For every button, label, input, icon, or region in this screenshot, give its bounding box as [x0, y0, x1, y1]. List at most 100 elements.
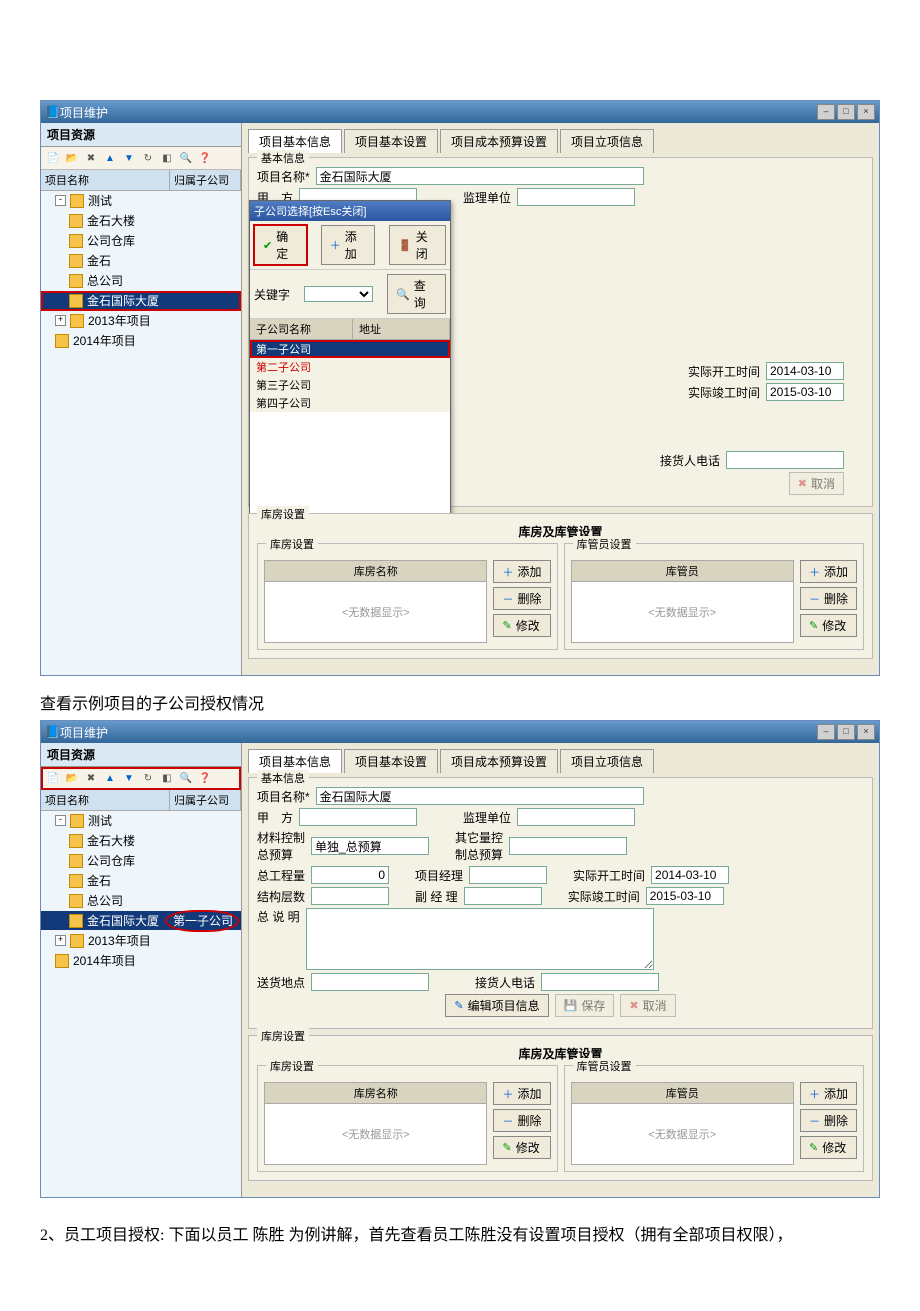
- keeper-mod-button[interactable]: ✎修改: [800, 614, 857, 637]
- warehouse-del-button[interactable]: －删除: [493, 1109, 550, 1132]
- tree-row[interactable]: 2014年项目: [41, 331, 241, 351]
- tab-basic-settings[interactable]: 项目基本设置: [344, 749, 438, 773]
- popup-row-2[interactable]: 第三子公司: [250, 376, 450, 394]
- tab-cost-budget[interactable]: 项目成本预算设置: [440, 129, 558, 153]
- tree-row[interactable]: -测试: [41, 191, 241, 211]
- delete-icon[interactable]: ✖: [83, 150, 99, 166]
- input-project-name[interactable]: [316, 787, 644, 805]
- input-supervisor[interactable]: [517, 188, 635, 206]
- keeper-del-button[interactable]: －删除: [800, 587, 857, 610]
- tab-setup-info[interactable]: 项目立项信息: [560, 749, 654, 773]
- tree-row[interactable]: 总公司: [41, 891, 241, 911]
- project-tree[interactable]: -测试金石大楼公司仓库金石总公司金石国际大厦第一子公司+2013年项目2014年…: [41, 811, 241, 971]
- save-button[interactable]: 💾保存: [555, 994, 615, 1017]
- col-subsidiary[interactable]: 归属子公司: [170, 170, 241, 190]
- titlebar-2[interactable]: 📘 项目维护 – □ ×: [41, 721, 879, 743]
- close-icon[interactable]: ×: [857, 724, 875, 740]
- refresh-icon[interactable]: ↻: [140, 150, 156, 166]
- refresh-icon[interactable]: ↻: [140, 770, 156, 786]
- warehouse-del-button[interactable]: －删除: [493, 587, 550, 610]
- col-subsidiary[interactable]: 归属子公司: [170, 790, 241, 810]
- input-supervisor[interactable]: [517, 808, 635, 826]
- help-icon[interactable]: ❓: [197, 150, 213, 166]
- keeper-grid[interactable]: 库管员 <无数据显示>: [571, 560, 794, 643]
- popup-row-3[interactable]: 第四子公司: [250, 394, 450, 412]
- col-project-name[interactable]: 项目名称: [41, 170, 170, 190]
- input-project-name[interactable]: [316, 167, 644, 185]
- keyword-select[interactable]: [304, 286, 373, 302]
- tree-row[interactable]: 总公司: [41, 271, 241, 291]
- input-floors[interactable]: [311, 887, 389, 905]
- down-icon[interactable]: ▼: [121, 770, 137, 786]
- input-phone[interactable]: [726, 451, 844, 469]
- tree-row[interactable]: 金石国际大厦第一子公司: [41, 911, 241, 931]
- edit-button[interactable]: ✎编辑项目信息: [445, 994, 548, 1017]
- tree-row[interactable]: 2014年项目: [41, 951, 241, 971]
- cancel-button[interactable]: ✖取消: [620, 994, 675, 1017]
- tree-row[interactable]: 金石: [41, 251, 241, 271]
- keeper-add-button[interactable]: ＋添加: [800, 560, 857, 583]
- tree-row[interactable]: 金石: [41, 871, 241, 891]
- expand-icon[interactable]: +: [55, 315, 66, 326]
- tree-row[interactable]: +2013年项目: [41, 311, 241, 331]
- popup-row-1[interactable]: 第二子公司: [250, 358, 450, 376]
- tree-row[interactable]: 金石大楼: [41, 211, 241, 231]
- tree-icon[interactable]: ◧: [159, 770, 175, 786]
- new-icon[interactable]: 📄: [45, 150, 61, 166]
- expand-icon[interactable]: -: [55, 815, 66, 826]
- maximize-icon[interactable]: □: [837, 724, 855, 740]
- popup-add-button[interactable]: ＋添加: [321, 225, 375, 265]
- col-project-name[interactable]: 项目名称: [41, 790, 170, 810]
- popup-ok-button[interactable]: ✔确定: [254, 225, 307, 265]
- input-address[interactable]: [311, 973, 429, 991]
- popup-close-button[interactable]: 🚪关闭: [389, 225, 446, 265]
- keeper-add-button[interactable]: ＋添加: [800, 1082, 857, 1105]
- close-icon[interactable]: ×: [857, 104, 875, 120]
- warehouse-grid[interactable]: 库房名称 <无数据显示>: [264, 560, 487, 643]
- expand-icon[interactable]: +: [55, 935, 66, 946]
- popup-col-addr[interactable]: 地址: [353, 319, 450, 339]
- tree-row[interactable]: 公司仓库: [41, 231, 241, 251]
- tree-row[interactable]: -测试: [41, 811, 241, 831]
- input-desc[interactable]: [306, 908, 654, 970]
- keeper-mod-button[interactable]: ✎修改: [800, 1136, 857, 1159]
- up-icon[interactable]: ▲: [102, 770, 118, 786]
- tree-row[interactable]: +2013年项目: [41, 931, 241, 951]
- tree-icon[interactable]: ◧: [159, 150, 175, 166]
- cancel-button[interactable]: ✖取消: [789, 472, 844, 495]
- warehouse-add-button[interactable]: ＋添加: [493, 560, 550, 583]
- input-start-date[interactable]: [651, 866, 729, 884]
- input-other-ctrl[interactable]: [509, 837, 627, 855]
- down-icon[interactable]: ▼: [121, 150, 137, 166]
- tree-row[interactable]: 金石国际大厦: [41, 291, 241, 311]
- keeper-del-button[interactable]: －删除: [800, 1109, 857, 1132]
- binoculars-icon[interactable]: 🔍: [178, 770, 194, 786]
- input-pm[interactable]: [469, 866, 547, 884]
- popup-list[interactable]: 第一子公司 第二子公司 第三子公司 第四子公司: [250, 340, 450, 412]
- popup-col-name[interactable]: 子公司名称: [250, 319, 353, 339]
- tree-row[interactable]: 金石大楼: [41, 831, 241, 851]
- expand-icon[interactable]: -: [55, 195, 66, 206]
- up-icon[interactable]: ▲: [102, 150, 118, 166]
- tab-setup-info[interactable]: 项目立项信息: [560, 129, 654, 153]
- open-icon[interactable]: 📂: [64, 770, 80, 786]
- tree-row[interactable]: 公司仓库: [41, 851, 241, 871]
- tab-basic-settings[interactable]: 项目基本设置: [344, 129, 438, 153]
- input-party-a[interactable]: [299, 808, 417, 826]
- popup-row-0[interactable]: 第一子公司: [250, 340, 450, 358]
- input-vpm[interactable]: [464, 887, 542, 905]
- search-button[interactable]: 🔍查询: [387, 274, 446, 314]
- new-icon[interactable]: 📄: [45, 770, 61, 786]
- minimize-icon[interactable]: –: [817, 724, 835, 740]
- tab-cost-budget[interactable]: 项目成本预算设置: [440, 749, 558, 773]
- input-qty[interactable]: [311, 866, 389, 884]
- keeper-grid[interactable]: 库管员 <无数据显示>: [571, 1082, 794, 1165]
- maximize-icon[interactable]: □: [837, 104, 855, 120]
- help-icon[interactable]: ❓: [197, 770, 213, 786]
- input-start-date[interactable]: [766, 362, 844, 380]
- warehouse-add-button[interactable]: ＋添加: [493, 1082, 550, 1105]
- warehouse-grid[interactable]: 库房名称 <无数据显示>: [264, 1082, 487, 1165]
- input-material-ctrl[interactable]: [311, 837, 429, 855]
- open-icon[interactable]: 📂: [64, 150, 80, 166]
- input-end-date[interactable]: [766, 383, 844, 401]
